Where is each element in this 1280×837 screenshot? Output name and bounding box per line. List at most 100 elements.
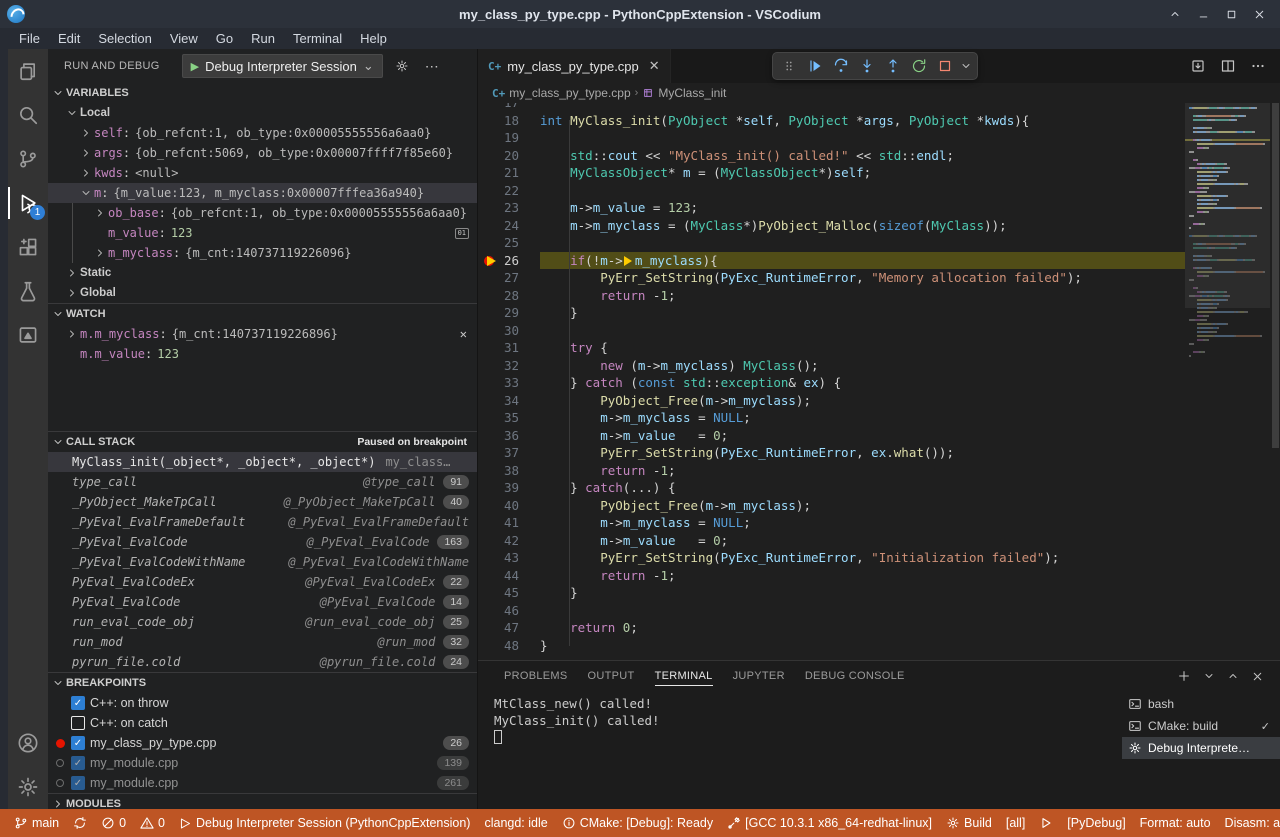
stack-frame[interactable]: _PyEval_EvalCode@_PyEval_EvalCode163 xyxy=(48,532,477,552)
line-number[interactable]: 46 xyxy=(478,602,540,620)
code-line[interactable]: 47 return 0; xyxy=(478,619,1280,637)
chevron-up-button[interactable] xyxy=(1164,4,1186,24)
breakpoint-row[interactable]: ✓my_module.cpp139 xyxy=(48,753,477,773)
step-over-icon[interactable] xyxy=(829,54,853,78)
terminal-output[interactable]: MtClass_new() called!MyClass_init() call… xyxy=(478,691,1122,809)
remove-watch-icon[interactable]: ✕ xyxy=(460,327,467,341)
line-number[interactable]: 34 xyxy=(478,392,540,410)
terminal-instance-debug-interprete-[interactable]: Debug Interprete… xyxy=(1122,737,1280,759)
chevron-right-icon[interactable] xyxy=(78,167,94,179)
code-line[interactable]: 26 if(!m->m_myclass){ xyxy=(478,252,1280,270)
status-format-auto[interactable]: Format: auto xyxy=(1134,809,1217,837)
continue-icon[interactable] xyxy=(803,54,827,78)
status-debug-interpreter-session-pyth[interactable]: Debug Interpreter Session (PythonCppExte… xyxy=(173,809,476,837)
line-number[interactable]: 41 xyxy=(478,514,540,532)
code-line[interactable]: 30 xyxy=(478,322,1280,340)
variable-row[interactable]: m_myclass:{m_cnt:140737119226096} xyxy=(48,243,477,263)
line-number[interactable]: 27 xyxy=(478,269,540,287)
variable-row[interactable]: m_value:12301 xyxy=(48,223,477,243)
variable-row[interactable]: kwds:<null> xyxy=(48,163,477,183)
code-line[interactable]: 48} xyxy=(478,637,1280,655)
editor-scrollbar[interactable] xyxy=(1270,103,1280,660)
more-actions-icon[interactable]: ⋯ xyxy=(421,58,443,75)
chevron-down-icon[interactable] xyxy=(959,54,973,78)
stack-frame[interactable]: pyrun_file.cold@pyrun_file.cold24 xyxy=(48,652,477,672)
stack-frame[interactable]: run_mod@run_mod32 xyxy=(48,632,477,652)
breakpoint-paused-icon[interactable] xyxy=(484,255,496,267)
breakpoint-row[interactable]: C++: on catch xyxy=(48,713,477,733)
line-number[interactable]: 40 xyxy=(478,497,540,515)
status-cmake-debug-ready[interactable]: CMake: [Debug]: Ready xyxy=(556,809,719,837)
menu-view[interactable]: View xyxy=(161,28,207,49)
close-icon[interactable] xyxy=(1251,670,1264,683)
stack-frame[interactable]: run_eval_code_obj@run_eval_code_obj25 xyxy=(48,612,477,632)
code-line[interactable]: 42 m->m_value = 0; xyxy=(478,532,1280,550)
status--pydebug-[interactable]: [PyDebug] xyxy=(1061,809,1131,837)
close-tab-icon[interactable]: ✕ xyxy=(649,58,660,74)
line-number[interactable]: 39 xyxy=(478,479,540,497)
close-button[interactable] xyxy=(1248,4,1270,24)
activity-extensions[interactable] xyxy=(8,225,48,269)
binary-format-icon[interactable]: 01 xyxy=(455,228,469,239)
code-line[interactable]: 31 try { xyxy=(478,339,1280,357)
code-line[interactable]: 29 } xyxy=(478,304,1280,322)
code-line[interactable]: 18int MyClass_init(PyObject *self, PyObj… xyxy=(478,112,1280,130)
maximize-button[interactable] xyxy=(1220,4,1242,24)
stack-frame[interactable]: _PyEval_EvalFrameDefault@_PyEval_EvalFra… xyxy=(48,512,477,532)
status-disasm-auto[interactable]: Disasm: auto xyxy=(1219,809,1280,837)
line-number[interactable]: 37 xyxy=(478,444,540,462)
menu-edit[interactable]: Edit xyxy=(49,28,89,49)
step-into-icon[interactable] xyxy=(855,54,879,78)
code-line[interactable]: 25 xyxy=(478,234,1280,252)
line-number[interactable]: 25 xyxy=(478,234,540,252)
code-line[interactable]: 32 new (m->m_myclass) MyClass(); xyxy=(478,357,1280,375)
code-line[interactable]: 37 PyErr_SetString(PyExc_RuntimeError, e… xyxy=(478,444,1280,462)
menu-terminal[interactable]: Terminal xyxy=(284,28,351,49)
more-actions-icon[interactable] xyxy=(1250,58,1266,74)
code-line[interactable]: 39 } catch(...) { xyxy=(478,479,1280,497)
panel-tab-problems[interactable]: PROBLEMS xyxy=(494,661,578,691)
debug-configuration-dropdown[interactable]: ▶ Debug Interpreter Session ⌄ xyxy=(182,54,383,78)
breakpoint-row[interactable]: ✓my_module.cpp261 xyxy=(48,773,477,793)
stack-frame[interactable]: PyEval_EvalCode@PyEval_EvalCode14 xyxy=(48,592,477,612)
code-line[interactable]: 24 m->m_myclass = (MyClass*)PyObject_Mal… xyxy=(478,217,1280,235)
line-number[interactable]: 18 xyxy=(478,112,540,130)
line-number[interactable]: 45 xyxy=(478,584,540,602)
minimap[interactable] xyxy=(1185,103,1270,660)
variable-row[interactable]: Static xyxy=(48,263,477,283)
breakpoint-checkbox[interactable]: ✓ xyxy=(71,736,85,750)
status-build[interactable]: Build xyxy=(940,809,998,837)
variable-row[interactable]: self:{ob_refcnt:1, ob_type:0x00005555556… xyxy=(48,123,477,143)
chevron-right-icon[interactable] xyxy=(64,267,80,279)
breadcrumb-file[interactable]: my_class_py_type.cpp xyxy=(509,86,630,100)
watch-header[interactable]: WATCH xyxy=(48,304,477,324)
code-editor[interactable]: 1718int MyClass_init(PyObject *self, PyO… xyxy=(478,103,1280,660)
line-number[interactable]: 20 xyxy=(478,147,540,165)
code-line[interactable]: 36 m->m_value = 0; xyxy=(478,427,1280,445)
chevron-down-icon[interactable] xyxy=(78,187,94,199)
chevron-right-icon[interactable] xyxy=(78,147,94,159)
line-number[interactable]: 24 xyxy=(478,217,540,235)
code-line[interactable]: 23 m->m_value = 123; xyxy=(478,199,1280,217)
code-line[interactable]: 43 PyErr_SetString(PyExc_RuntimeError, "… xyxy=(478,549,1280,567)
code-line[interactable]: 45 } xyxy=(478,584,1280,602)
line-number[interactable]: 44 xyxy=(478,567,540,585)
activity-settings[interactable] xyxy=(8,765,48,809)
breakpoint-checkbox[interactable]: ✓ xyxy=(71,776,85,790)
activity-account[interactable] xyxy=(8,721,48,765)
activity-custom-panel[interactable] xyxy=(8,313,48,357)
terminal-instance-bash[interactable]: bash xyxy=(1122,693,1280,715)
activity-explorer[interactable] xyxy=(8,49,48,93)
menu-selection[interactable]: Selection xyxy=(89,28,160,49)
chevron-right-icon[interactable] xyxy=(92,207,108,219)
tab-my-class-py-type[interactable]: C+ my_class_py_type.cpp ✕ xyxy=(478,49,671,83)
terminal-instance-cmake-build[interactable]: CMake: build✓ xyxy=(1122,715,1280,737)
line-number[interactable]: 35 xyxy=(478,409,540,427)
line-number[interactable]: 42 xyxy=(478,532,540,550)
panel-tab-debug-console[interactable]: DEBUG CONSOLE xyxy=(795,661,915,691)
stack-frame[interactable]: PyEval_EvalCodeEx@PyEval_EvalCodeEx22 xyxy=(48,572,477,592)
breadcrumb-symbol[interactable]: MyClass_init xyxy=(658,86,726,100)
code-line[interactable]: 40 PyObject_Free(m->m_myclass); xyxy=(478,497,1280,515)
breakpoint-row[interactable]: ✓my_class_py_type.cpp26 xyxy=(48,733,477,753)
chevron-up-icon[interactable] xyxy=(1227,670,1239,682)
